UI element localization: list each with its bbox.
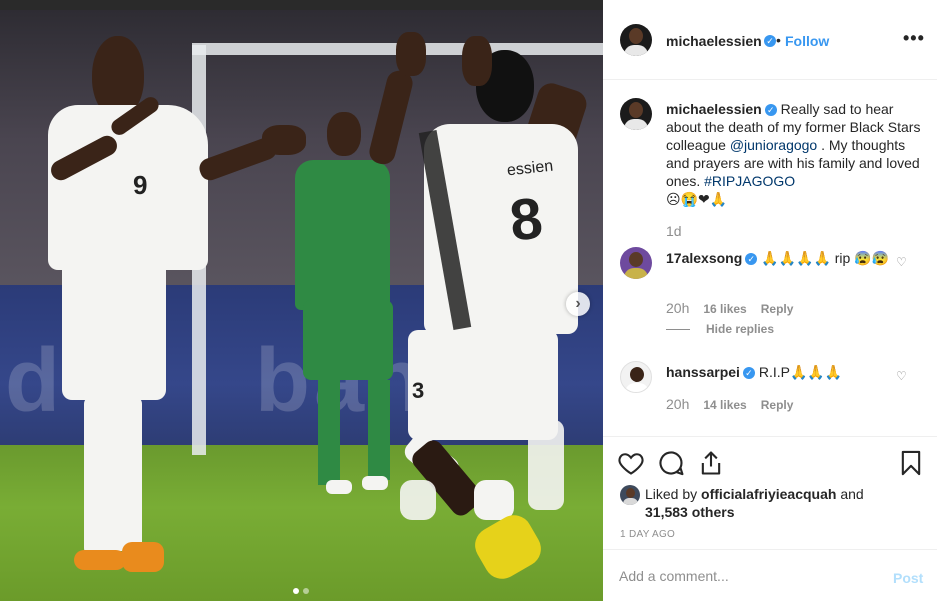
hide-replies-button[interactable]: Hide replies [666,322,774,336]
reply-button[interactable]: Reply [761,302,794,316]
author-username[interactable]: michaelessien [666,33,762,49]
comment-time[interactable]: 20h [666,300,689,316]
comments-list[interactable]: michaelessien ✓ Really sad to hear about … [603,81,937,436]
caption-emojis: ☹😭❤🙏 [666,191,728,207]
caption-hashtag-link[interactable]: #RIPJAGOGO [704,173,795,189]
commenter-username[interactable]: hanssarpei [666,364,740,380]
jersey-number-right: 8 [506,185,546,254]
carousel-next-button[interactable]: › [566,292,590,316]
comment-likes[interactable]: 16 likes [703,302,746,316]
comment-meta: 20h 16 likes Reply [666,300,793,316]
photo-top-strip [0,0,603,10]
like-comment-heart-icon[interactable]: ♡ [896,255,907,269]
like-comment-heart-icon[interactable]: ♡ [896,369,907,383]
comment-meta: 20h 14 likes Reply [666,396,793,412]
jersey-number-left: 9 [133,170,148,200]
add-comment-input[interactable] [619,568,879,584]
commenter-avatar[interactable] [620,247,652,279]
bookmark-icon[interactable] [897,449,925,477]
commenter-avatar[interactable] [620,361,652,393]
hide-replies-label: Hide replies [706,322,775,336]
verified-badge-icon: ✓ [764,104,777,117]
caption-username[interactable]: michaelessien [666,101,762,117]
post-comment-button[interactable]: Post [893,570,923,586]
commenter-username[interactable]: 17alexsong [666,250,742,266]
post-header: michaelessien ✓ • Follow ••• [603,0,937,80]
shorts-number: 3 [412,378,425,403]
comment-text: hanssarpei ✓ R.I.P🙏🙏🙏 [666,363,896,381]
add-comment-bar: Post [603,549,937,601]
liker-avatar[interactable] [620,485,640,505]
post-timestamp[interactable]: 1 DAY AGO [620,529,675,540]
heart-icon[interactable] [617,449,645,477]
likes-middle: and [836,486,864,502]
board-text-left: d [5,331,64,431]
author-avatar[interactable] [620,24,652,56]
comment-time[interactable]: 20h [666,396,689,412]
post-caption: michaelessien ✓ Really sad to hear about … [666,100,926,208]
post-actions: Liked by officialafriyieacquah and 31,583… [603,436,937,548]
verified-badge-icon: ✓ [764,35,776,47]
post-photo[interactable]: d ban 9 essien 8 3 › [0,0,603,601]
reply-button[interactable]: Reply [761,398,794,412]
caption-author-avatar[interactable] [620,98,652,130]
header-separator: • [776,32,781,48]
carousel-dots [293,582,313,597]
carousel-dot [303,588,309,594]
comment-body: 🙏🙏🙏🙏 rip 😰😰 [761,250,890,266]
follow-button[interactable]: Follow [785,33,829,49]
comment-icon[interactable] [657,449,685,477]
post-side-panel: michaelessien ✓ • Follow ••• michaelessi… [603,0,937,601]
caption-mention-link[interactable]: @junioragogo [730,137,817,153]
replies-divider-line [666,329,690,331]
more-options-icon[interactable]: ••• [903,28,925,49]
comment-text: 17alexsong ✓ 🙏🙏🙏🙏 rip 😰😰 [666,249,896,267]
share-icon[interactable] [697,449,725,477]
chevron-right-icon: › [575,295,581,312]
verified-badge-icon: ✓ [742,367,755,380]
likes-text: Liked by officialafriyieacquah and 31,583… [645,485,925,521]
likes-count-link[interactable]: 31,583 others [645,504,735,520]
verified-badge-icon: ✓ [745,253,758,266]
likes-prefix: Liked by [645,486,702,502]
liker-username[interactable]: officialafriyieacquah [701,486,836,502]
comment-body: R.I.P🙏🙏🙏 [758,364,843,380]
caption-timestamp[interactable]: 1d [666,223,682,239]
comment-likes[interactable]: 14 likes [703,398,746,412]
carousel-dot-active [293,588,299,594]
